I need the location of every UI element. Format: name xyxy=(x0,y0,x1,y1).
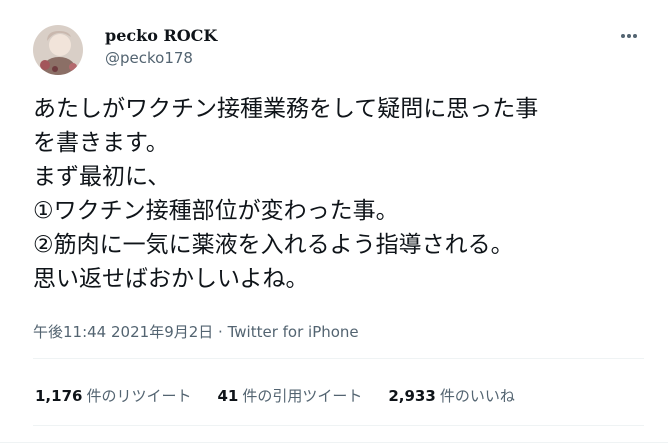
tweet-text: あたしがワクチン接種業務をして疑問に思った事 を書きます。 まず最初に、 ①ワク… xyxy=(33,92,653,296)
retweets-count: 1,176 xyxy=(35,387,83,405)
avatar-image xyxy=(33,25,83,75)
engagement-stats: 1,176 件のリツイート 41 件の引用ツイート 2,933 件のいいね xyxy=(35,386,515,406)
more-options-button[interactable] xyxy=(614,24,644,48)
more-horizontal-icon xyxy=(621,34,637,38)
meta-separator: · xyxy=(213,323,228,341)
user-handle[interactable]: @pecko178 xyxy=(105,48,217,68)
likes-count: 2,933 xyxy=(388,387,436,405)
avatar[interactable] xyxy=(33,25,83,75)
divider xyxy=(33,425,644,426)
display-name[interactable]: pecko ROCK xyxy=(105,26,217,46)
quotes-stat[interactable]: 41 件の引用ツイート xyxy=(217,386,362,406)
tweet-text-line: 思い返せばおかしいよね。 xyxy=(33,266,309,292)
tweet-metadata: 午後11:44 2021年9月2日 · Twitter for iPhone xyxy=(33,322,359,342)
likes-stat[interactable]: 2,933 件のいいね xyxy=(388,386,514,406)
likes-label: 件のいいね xyxy=(439,387,515,405)
tweet-text-line: まず最初に、 xyxy=(33,164,171,190)
tweet-text-line: ②筋肉に一気に薬液を入れるよう指導される。 xyxy=(33,232,514,258)
tweet-source-link[interactable]: Twitter for iPhone xyxy=(228,323,359,341)
tweet-time-link[interactable]: 午後11:44 2021年9月2日 xyxy=(33,323,213,341)
quotes-count: 41 xyxy=(217,387,239,405)
tweet-date: 2021年9月2日 xyxy=(111,323,214,341)
quotes-label: 件の引用ツイート xyxy=(242,387,363,405)
tweet-text-line: ①ワクチン接種部位が変わった事。 xyxy=(33,198,399,224)
retweets-label: 件のリツイート xyxy=(86,387,192,405)
retweets-stat[interactable]: 1,176 件のリツイート xyxy=(35,386,191,406)
tweet-time: 午後11:44 xyxy=(33,323,107,341)
tweet-text-line: を書きます。 xyxy=(33,130,169,156)
tweet-card: pecko ROCK @pecko178 あたしがワクチン接種業務をして疑問に思… xyxy=(0,0,668,443)
divider xyxy=(33,358,644,359)
tweet-text-line: あたしがワクチン接種業務をして疑問に思った事 xyxy=(33,96,539,122)
author-block: pecko ROCK @pecko178 xyxy=(105,26,217,68)
